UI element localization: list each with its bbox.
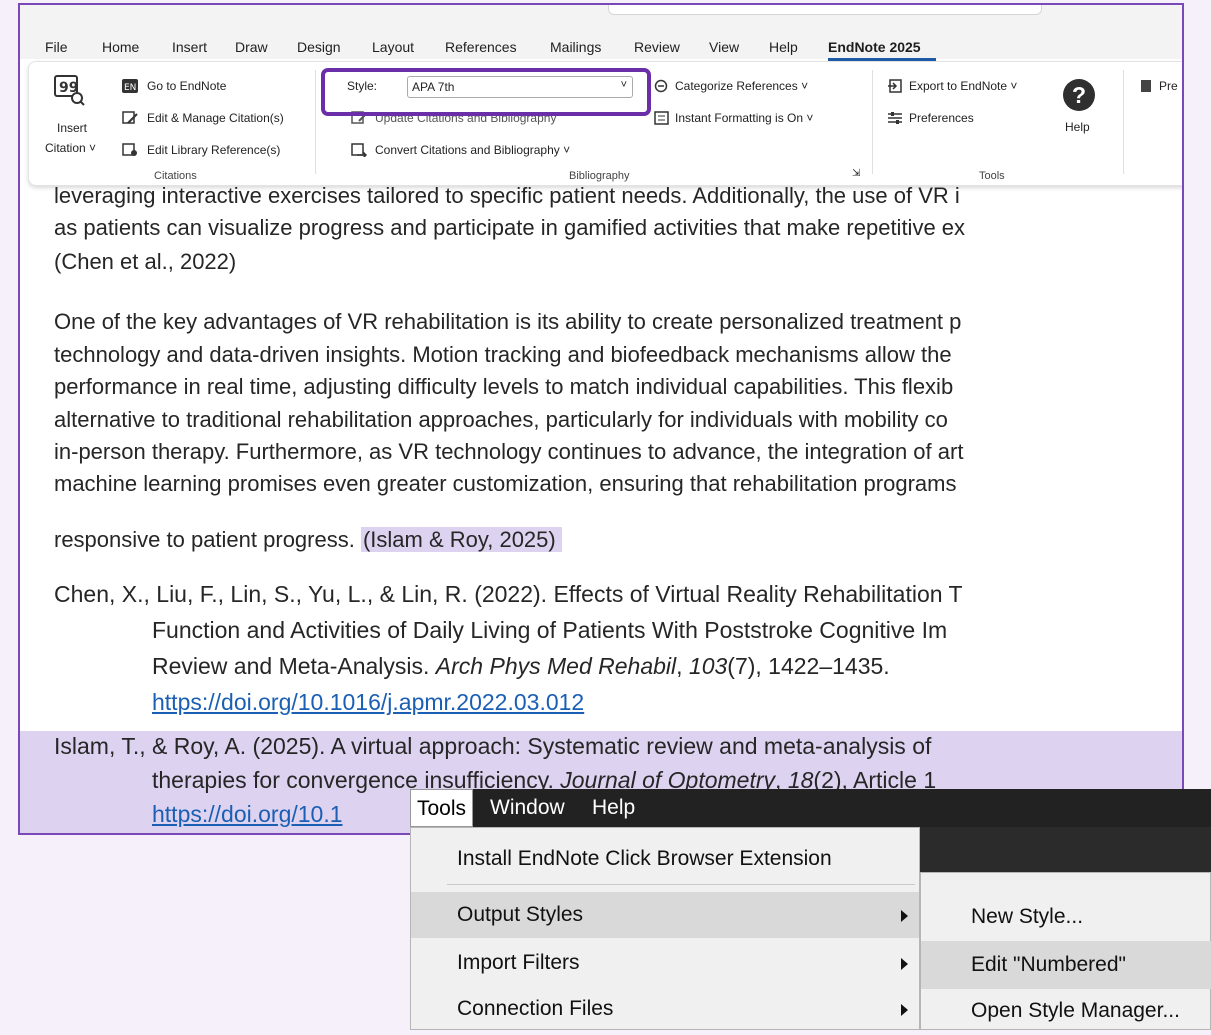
menu-item-label: Output Styles (457, 903, 584, 926)
paragraph-line: machine learning promises even greater c… (54, 471, 957, 496)
preferences-icon (888, 112, 902, 124)
paragraph-text: responsive to patient progress. (54, 527, 361, 552)
paragraph-line: in-person therapy. Furthermore, as VR te… (54, 439, 964, 464)
document-body: leveraging interactive exercises tailore… (20, 175, 1182, 833)
edit-citation-icon (122, 111, 138, 124)
insert-citation-label-2: Citation ˅ (45, 141, 97, 155)
tab-view[interactable]: View (709, 39, 739, 55)
in-text-citation-highlighted[interactable]: (Islam & Roy, 2025) (360, 527, 562, 552)
insert-citation-icon: 99 (54, 75, 85, 106)
menu-separator (447, 884, 915, 885)
insert-citation-label-1: Insert (57, 121, 88, 135)
menu-tools[interactable]: Tools (410, 789, 474, 827)
tab-references[interactable]: References (445, 39, 517, 55)
instant-formatting-icon (654, 111, 669, 125)
convert-citations-label: Convert Citations and Bibliography ˅ (375, 143, 571, 157)
reference-line: Chen, X., Liu, F., Lin, S., Yu, L., & Li… (54, 581, 963, 607)
tab-insert[interactable]: Insert (172, 39, 207, 55)
submenu-item-label: Edit "Numbered" (971, 953, 1126, 976)
tab-help[interactable]: Help (769, 39, 798, 55)
submenu-arrow-icon (901, 910, 908, 922)
help-icon: ? (1063, 79, 1095, 111)
submenu-item-edit-numbered[interactable]: Edit "Numbered" (921, 941, 1211, 989)
paragraph-line: performance in real time, adjusting diff… (54, 374, 954, 399)
tab-draw[interactable]: Draw (235, 39, 268, 55)
reference-line: Function and Activities of Daily Living … (152, 617, 948, 643)
dialog-launcher-icon[interactable]: ⇲ (852, 168, 860, 179)
reference-text: (7), 1422–1435. (727, 653, 890, 679)
paragraph-line: One of the key advantages of VR rehabili… (54, 309, 962, 334)
tab-endnote[interactable]: EndNote 2025 (828, 39, 921, 55)
tab-home[interactable]: Home (102, 39, 139, 55)
menu-item-output-styles[interactable]: Output Styles (411, 892, 919, 938)
ribbon-divider (1123, 70, 1124, 174)
tab-review[interactable]: Review (634, 39, 680, 55)
ribbon-divider (872, 70, 873, 174)
submenu-item-open-style-manager[interactable]: Open Style Manager... (921, 987, 1211, 1035)
tab-design[interactable]: Design (297, 39, 341, 55)
style-highlight-annotation (321, 68, 651, 116)
edit-library-reference-label: Edit Library Reference(s) (147, 143, 281, 157)
search-box[interactable] (608, 5, 1042, 15)
partial-ribbon-label: Pre (1159, 79, 1178, 93)
ribbon-tabs: File Home Insert Draw Design Layout Refe… (20, 17, 1182, 61)
doi-link[interactable]: https://doi.org/10.1016/j.apmr.2022.03.0… (152, 689, 584, 716)
endnote-logo-icon: EN (122, 79, 138, 93)
citations-group-label: Citations (154, 170, 197, 182)
doi-link[interactable]: https://doi.org/10.1 (152, 801, 343, 828)
submenu-arrow-icon (901, 958, 908, 970)
tab-mailings[interactable]: Mailings (550, 39, 601, 55)
menu-item-import-filters[interactable]: Import Filters (411, 940, 919, 986)
menu-item-label: Import Filters (457, 951, 580, 974)
ribbon-divider (315, 70, 316, 174)
menu-item-connection-files[interactable]: Connection Files (411, 986, 919, 1032)
paragraph-line: responsive to patient progress. (Islam &… (54, 525, 562, 554)
reference-line: Review and Meta-Analysis. Arch Phys Med … (152, 653, 890, 680)
submenu-item-label: Open Style Manager... (971, 999, 1180, 1022)
endnote-menubar: Tools Window Help (410, 789, 1211, 827)
paragraph-line: alternative to traditional rehabilitatio… (54, 407, 948, 432)
menu-item-label: Install EndNote Click Browser Extension (457, 847, 832, 870)
help-label: Help (1065, 120, 1090, 134)
endnote-toolbar-area (920, 827, 1211, 872)
insert-citation-button[interactable]: 99 Insert Citation ˅ (39, 70, 99, 160)
reference-text: Review and Meta-Analysis. (152, 653, 436, 679)
volume: 103 (688, 653, 728, 679)
edit-library-icon (122, 143, 137, 156)
menu-item-label: Connection Files (457, 997, 614, 1020)
paragraph-line: as patients can visualize progress and p… (54, 215, 966, 240)
journal-name: Arch Phys Med Rehabil (435, 653, 677, 679)
categorize-icon (654, 79, 668, 93)
menu-item-install-extension[interactable]: Install EndNote Click Browser Extension (411, 836, 919, 882)
tab-file[interactable]: File (45, 39, 68, 55)
tools-group-label: Tools (979, 170, 1005, 182)
reference-line: Islam, T., & Roy, A. (2025). A virtual a… (54, 733, 932, 759)
svg-text:EN: EN (124, 83, 136, 93)
output-styles-submenu: New Style... Edit "Numbered" Open Style … (920, 872, 1211, 1030)
submenu-item-new-style[interactable]: New Style... (921, 893, 1211, 941)
export-to-endnote-label: Export to EndNote ˅ (909, 79, 1018, 93)
edit-manage-citations-label: Edit & Manage Citation(s) (147, 111, 284, 125)
export-icon (888, 79, 902, 93)
title-strip (20, 5, 1182, 17)
endnote-ribbon: 99 Insert Citation ˅ EN Go to EndNote Ed… (28, 61, 1182, 186)
preferences-label: Preferences (909, 111, 974, 125)
menu-window[interactable]: Window (484, 789, 571, 827)
paragraph-line: technology and data-driven insights. Mot… (54, 342, 952, 367)
submenu-arrow-icon (901, 1004, 908, 1016)
go-to-endnote-label: Go to EndNote (147, 79, 227, 93)
reference-text: , (676, 653, 689, 679)
document-icon (1141, 80, 1151, 92)
instant-formatting-label: Instant Formatting is On ˅ (675, 111, 814, 125)
word-window: File Home Insert Draw Design Layout Refe… (18, 3, 1184, 835)
categorize-references-label: Categorize References ˅ (675, 79, 809, 93)
menu-help[interactable]: Help (586, 789, 641, 827)
tools-menu: Install EndNote Click Browser Extension … (410, 827, 920, 1030)
bibliography-group-label: Bibliography (569, 170, 630, 182)
tab-layout[interactable]: Layout (372, 39, 414, 55)
convert-icon (351, 143, 367, 157)
in-text-citation[interactable]: (Chen et al., 2022) (54, 247, 236, 276)
submenu-item-label: New Style... (971, 905, 1084, 928)
